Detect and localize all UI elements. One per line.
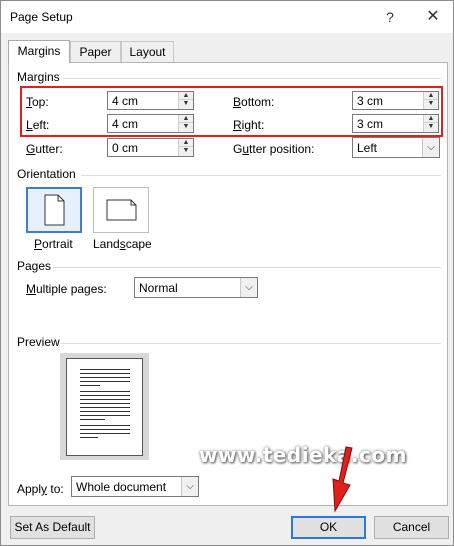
landscape-label: Landscape xyxy=(93,237,152,251)
tab-margins[interactable]: Margins xyxy=(8,40,70,63)
tab-layout[interactable]: Layout xyxy=(121,41,174,62)
multiple-pages-label: Multiple pages: xyxy=(26,282,107,296)
close-icon[interactable]: ✕ xyxy=(421,6,445,28)
landscape-button[interactable] xyxy=(93,187,149,233)
orientation-divider xyxy=(81,175,441,176)
multiple-pages-value[interactable]: Normal xyxy=(139,281,178,295)
page-setup-dialog: Page Setup ? ✕ Margins Paper Layout Marg… xyxy=(0,0,454,546)
portrait-label: Portrait xyxy=(34,237,73,251)
multiple-pages-select[interactable]: Normal ⌵ xyxy=(134,277,258,298)
cancel-button[interactable]: Cancel xyxy=(374,516,449,539)
apply-to-value[interactable]: Whole document xyxy=(76,480,166,494)
portrait-button[interactable] xyxy=(26,187,82,233)
spin-down-icon[interactable]: ▼ xyxy=(179,147,193,155)
orientation-heading: Orientation xyxy=(17,167,76,181)
gutter-position-select[interactable]: Left ⌵ xyxy=(352,137,440,158)
chevron-down-icon[interactable]: ⌵ xyxy=(240,278,257,297)
chevron-down-icon[interactable]: ⌵ xyxy=(422,138,439,157)
help-icon[interactable]: ? xyxy=(378,6,402,28)
margins-highlight-box xyxy=(20,86,443,137)
watermark-text: www.tedieka.com xyxy=(199,443,407,467)
gutter-position-label: Gutter position: xyxy=(233,142,315,156)
ok-button[interactable]: OK xyxy=(291,516,366,539)
red-arrow-icon xyxy=(332,446,353,513)
apply-to-select[interactable]: Whole document ⌵ xyxy=(71,476,199,497)
apply-to-label: Apply to: xyxy=(17,482,64,496)
landscape-page-icon xyxy=(106,199,137,221)
page-preview xyxy=(60,353,149,460)
chevron-down-icon[interactable]: ⌵ xyxy=(181,477,198,496)
gutter-value[interactable]: 0 cm xyxy=(112,141,138,155)
pages-divider xyxy=(53,267,441,268)
margins-heading: Margins xyxy=(17,70,60,84)
gutter-position-value[interactable]: Left xyxy=(357,141,377,155)
title-bar: Page Setup ? ✕ xyxy=(1,1,453,33)
preview-page xyxy=(66,358,143,456)
portrait-page-icon xyxy=(44,194,65,226)
preview-heading: Preview xyxy=(17,335,60,349)
set-as-default-button[interactable]: Set As Default xyxy=(10,516,95,539)
gutter-label: Gutter: xyxy=(26,142,63,156)
spin-up-icon[interactable]: ▲ xyxy=(179,139,193,147)
window-title: Page Setup xyxy=(10,10,73,24)
margins-divider xyxy=(63,78,441,79)
preview-divider xyxy=(61,343,441,344)
tab-paper[interactable]: Paper xyxy=(70,41,121,62)
gutter-spinner[interactable]: 0 cm ▲ ▼ xyxy=(107,138,194,157)
pages-heading: Pages xyxy=(17,259,52,273)
